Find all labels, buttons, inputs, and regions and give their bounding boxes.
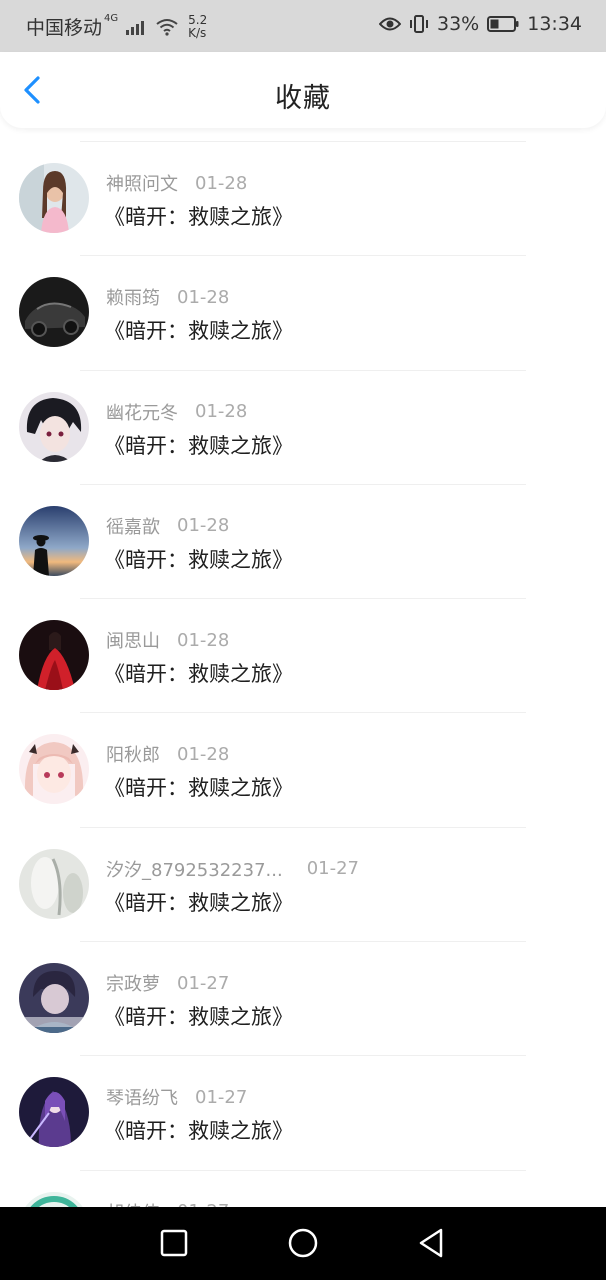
meta-row: 赖雨筠 01-28 [106, 284, 229, 310]
meta-row: 宗政萝 01-27 [106, 970, 229, 996]
book-title[interactable]: 《暗开：救赎之旅》 [104, 772, 293, 802]
list-item[interactable]: 琴语纷飞 01-27 《暗开：救赎之旅》 [19, 1055, 526, 1169]
avatar-car-dark[interactable] [19, 277, 89, 348]
date: 01-28 [177, 286, 230, 308]
date: 01-28 [177, 515, 230, 537]
system-nav-bar [0, 1207, 606, 1280]
book-title[interactable]: 《暗开：救赎之旅》 [104, 201, 293, 231]
recent-apps-icon[interactable] [157, 1226, 191, 1260]
list-item[interactable]: 幽花元冬 01-28 《暗开：救赎之旅》 [19, 369, 526, 484]
avatar-silhouette-sunset[interactable] [19, 505, 89, 576]
list-item[interactable]: 赖雨筠 01-28 《暗开：救赎之旅》 [19, 255, 526, 369]
date: 01-28 [177, 743, 230, 765]
eye-icon [379, 17, 401, 31]
speed-unit: K/s [188, 25, 207, 40]
username: 闽思山 [106, 631, 160, 653]
avatar-red-dress[interactable] [19, 620, 89, 691]
username: 徭嘉歆 [106, 516, 160, 538]
book-title[interactable]: 《暗开：救赎之旅》 [104, 658, 293, 688]
date: 01-28 [195, 401, 248, 423]
username: 神照问文 [106, 174, 178, 195]
list-item[interactable]: 宗政萝 01-27 《暗开：救赎之旅》 [19, 941, 526, 1055]
page-title: 收藏 [275, 83, 331, 114]
status-right: 33% 13:34 [379, 13, 582, 35]
screen: 中国移动 4G 5.2 K/s 33% 13:34 收藏 神照问文 01-28 … [0, 0, 606, 1280]
avatar-girl-photo[interactable] [19, 163, 89, 233]
username: 幽花元冬 [106, 402, 178, 424]
list-item[interactable]: 闽思山 01-28 《暗开：救赎之旅》 [19, 598, 526, 712]
username: 阳秋郎 [106, 745, 160, 767]
favorites-list: 神照问文 01-28 《暗开：救赎之旅》 赖雨筠 01-28 《暗开：救赎之旅》… [0, 141, 606, 1280]
clock: 13:34 [527, 13, 582, 35]
home-icon[interactable] [286, 1226, 320, 1260]
avatar-anime-boy[interactable] [19, 391, 89, 462]
battery-percent: 33% [437, 13, 480, 35]
status-left: 中国移动 4G 5.2 K/s [26, 13, 207, 40]
book-title[interactable]: 《暗开：救赎之旅》 [104, 1001, 293, 1031]
date: 01-27 [195, 1086, 248, 1108]
list-item[interactable]: 汐汐_8792532237... 01-27 《暗开：救赎之旅》 [19, 826, 526, 941]
meta-row: 徭嘉歆 01-28 [106, 513, 229, 539]
date: 01-28 [177, 629, 230, 651]
net-speed: 5.2 K/s [188, 12, 208, 40]
username: 汐汐_8792532237... [106, 859, 283, 881]
status-bar: 中国移动 4G 5.2 K/s 33% 13:34 [0, 0, 606, 52]
list-item[interactable]: 神照问文 01-28 《暗开：救赎之旅》 [19, 141, 526, 255]
list-item[interactable]: 阳秋郎 01-28 《暗开：救赎之旅》 [19, 712, 526, 826]
username: 琴语纷飞 [106, 1088, 178, 1110]
book-title[interactable]: 《暗开：救赎之旅》 [104, 430, 293, 460]
meta-row: 闽思山 01-28 [106, 627, 229, 653]
meta-row: 幽花元冬 01-28 [106, 399, 247, 425]
date: 01-27 [177, 972, 230, 994]
back-triangle-icon[interactable] [415, 1226, 449, 1260]
battery-icon [487, 16, 519, 32]
signal-icon [126, 19, 145, 35]
book-title[interactable]: 《暗开：救赎之旅》 [104, 1115, 293, 1145]
vibrate-icon [410, 15, 428, 33]
meta-row: 琴语纷飞 01-27 [106, 1084, 247, 1110]
meta-row: 汐汐_8792532237... 01-27 [106, 856, 359, 882]
date: 01-28 [195, 172, 248, 194]
wifi-icon [156, 18, 178, 36]
book-title[interactable]: 《暗开：救赎之旅》 [104, 887, 293, 917]
carrier-label: 中国移动 [26, 17, 103, 39]
avatar-purple-fantasy[interactable] [19, 1077, 89, 1148]
speed-value: 5.2 [188, 12, 208, 27]
avatar-light-blur[interactable] [19, 848, 89, 919]
book-title[interactable]: 《暗开：救赎之旅》 [104, 544, 293, 574]
username: 宗政萝 [106, 974, 160, 996]
meta-row: 神照问文 01-28 [106, 170, 247, 196]
header: 收藏 [0, 52, 606, 128]
book-title[interactable]: 《暗开：救赎之旅》 [104, 315, 293, 345]
meta-row: 阳秋郎 01-28 [106, 741, 229, 767]
avatar-purple-boy[interactable] [19, 963, 89, 1034]
list-item[interactable]: 徭嘉歆 01-28 《暗开：救赎之旅》 [19, 483, 526, 598]
network-type: 4G [104, 13, 119, 24]
date: 01-27 [306, 858, 359, 880]
avatar-anime-girl-pink[interactable] [19, 734, 89, 805]
username: 赖雨筠 [106, 288, 160, 310]
